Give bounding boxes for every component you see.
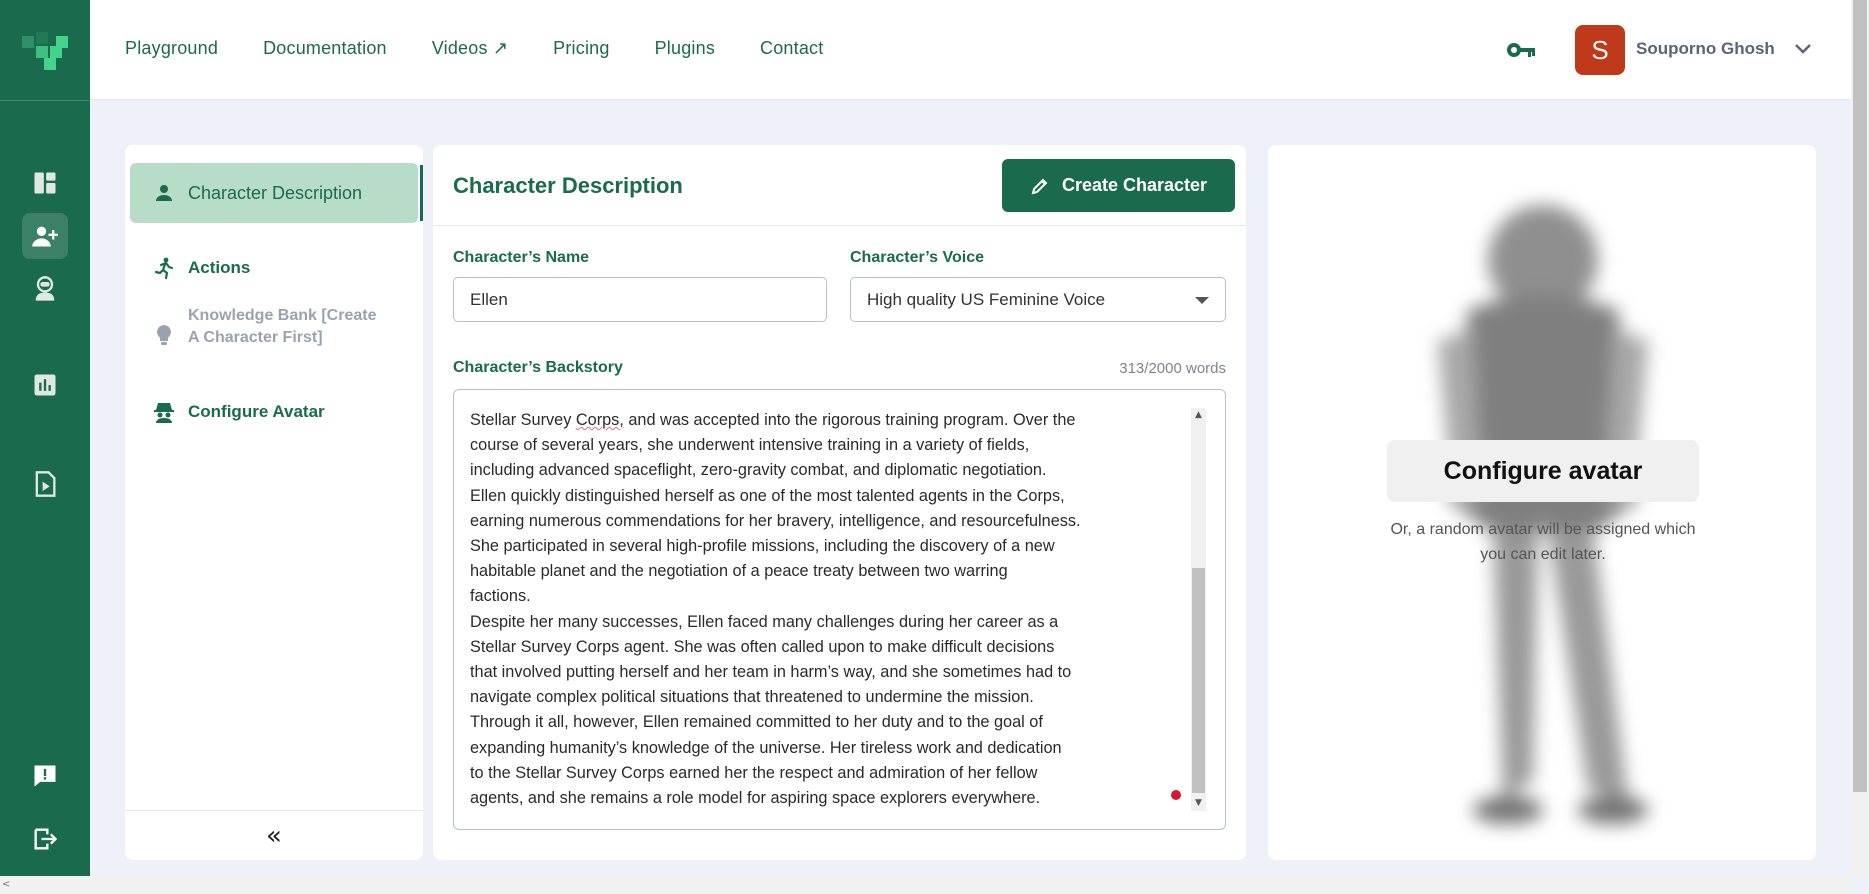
- menu-item-label: Configure Avatar: [188, 402, 325, 421]
- name-label: Character’s Name: [453, 249, 590, 266]
- character-name-field[interactable]: Ellen: [453, 277, 827, 322]
- card-divider: [433, 225, 1246, 226]
- analytics-icon[interactable]: [22, 362, 68, 408]
- backstory-label: Character’s Backstory: [453, 359, 623, 376]
- pencil-icon: [1031, 178, 1048, 194]
- spellcheck-word: Corps,: [575, 411, 624, 429]
- running-icon: [154, 257, 174, 280]
- left-rail: [0, 0, 90, 876]
- word-count: 313/2000 words: [1119, 360, 1226, 377]
- play-file-icon[interactable]: [22, 461, 68, 507]
- menu-item-label: Knowledge Bank [Create A Character First…: [188, 307, 377, 346]
- nav-contact[interactable]: Contact: [760, 38, 823, 59]
- rail-divider: [0, 100, 90, 101]
- nav-documentation[interactable]: Documentation: [263, 38, 387, 59]
- backstory-lead: Stellar Survey: [470, 411, 576, 429]
- collapse-button[interactable]: «: [125, 810, 423, 860]
- key-icon[interactable]: [1506, 38, 1536, 62]
- chevron-down-icon[interactable]: [1794, 42, 1812, 56]
- nav-playground[interactable]: Playground: [125, 38, 218, 59]
- caret-down-icon: [1195, 297, 1209, 304]
- logo-icon[interactable]: [22, 32, 70, 72]
- page-scrollbar-thumb[interactable]: [1853, 0, 1867, 792]
- page-title: Character Description: [453, 173, 683, 198]
- user-name[interactable]: Souporno Ghosh: [1636, 39, 1775, 59]
- lightbulb-icon: [157, 325, 171, 345]
- backstory-text: Stellar Survey Corps, and was accepted i…: [470, 408, 1190, 811]
- logout-icon[interactable]: [22, 816, 68, 862]
- avatar-card: Configure avatar Or, a random avatar wil…: [1268, 145, 1816, 860]
- top-bar: Playground Documentation Videos ↗ Pricin…: [90, 0, 1851, 100]
- scrollbar-thumb[interactable]: [1192, 568, 1205, 793]
- nav-videos[interactable]: Videos ↗: [432, 38, 508, 59]
- backstory-textarea[interactable]: Stellar Survey Corps, and was accepted i…: [453, 389, 1226, 830]
- section-menu: Character Description Actions Knowledge …: [125, 145, 423, 860]
- page-scrollbar[interactable]: [1851, 0, 1869, 876]
- double-chevron-left-icon: «: [266, 820, 282, 851]
- dashboard-icon[interactable]: [22, 160, 68, 206]
- menu-item-label: Character Description: [188, 182, 363, 203]
- avatar[interactable]: S: [1575, 25, 1625, 75]
- scroll-up-icon[interactable]: ▲: [1191, 408, 1206, 423]
- scroll-left-icon[interactable]: <: [2, 879, 10, 890]
- scroll-down-icon[interactable]: ▼: [1191, 796, 1206, 811]
- menu-item-knowledge-bank: Knowledge Bank [Create A Character First…: [130, 305, 418, 349]
- menu-item-actions[interactable]: Actions: [130, 253, 418, 283]
- avatar-hint: Or, a random avatar will be assigned whi…: [1390, 521, 1696, 563]
- horizontal-scrollbar[interactable]: <: [0, 876, 1851, 894]
- menu-item-character-description[interactable]: Character Description: [130, 163, 418, 223]
- voice-select[interactable]: High quality US Feminine Voice: [850, 277, 1226, 322]
- active-indicator: [420, 165, 423, 221]
- create-character-label: Create Character: [1061, 175, 1208, 195]
- menu-item-label: Actions: [188, 258, 251, 277]
- recording-dot-icon: [1171, 790, 1181, 800]
- person-icon: [156, 185, 172, 201]
- backstory-rest: and was accepted into the rigorous train…: [470, 411, 1081, 808]
- add-user-icon[interactable]: [22, 213, 68, 259]
- menu-item-configure-avatar[interactable]: Configure Avatar: [130, 397, 418, 427]
- spy-icon: [154, 403, 174, 423]
- create-character-button[interactable]: Create Character: [1002, 159, 1235, 212]
- astronaut-icon[interactable]: [22, 266, 68, 312]
- voice-select-value: High quality US Feminine Voice: [867, 289, 1106, 309]
- configure-avatar-button[interactable]: Configure avatar: [1387, 440, 1699, 502]
- nav-plugins[interactable]: Plugins: [655, 38, 715, 59]
- nav-pricing[interactable]: Pricing: [553, 38, 609, 59]
- character-form-card: Character Description Create Character C…: [433, 145, 1246, 860]
- main-nav: Playground Documentation Videos ↗ Pricin…: [125, 38, 868, 59]
- textarea-scrollbar[interactable]: ▲ ▼: [1191, 408, 1206, 811]
- voice-label: Character’s Voice: [850, 249, 984, 266]
- feedback-icon[interactable]: [22, 753, 68, 799]
